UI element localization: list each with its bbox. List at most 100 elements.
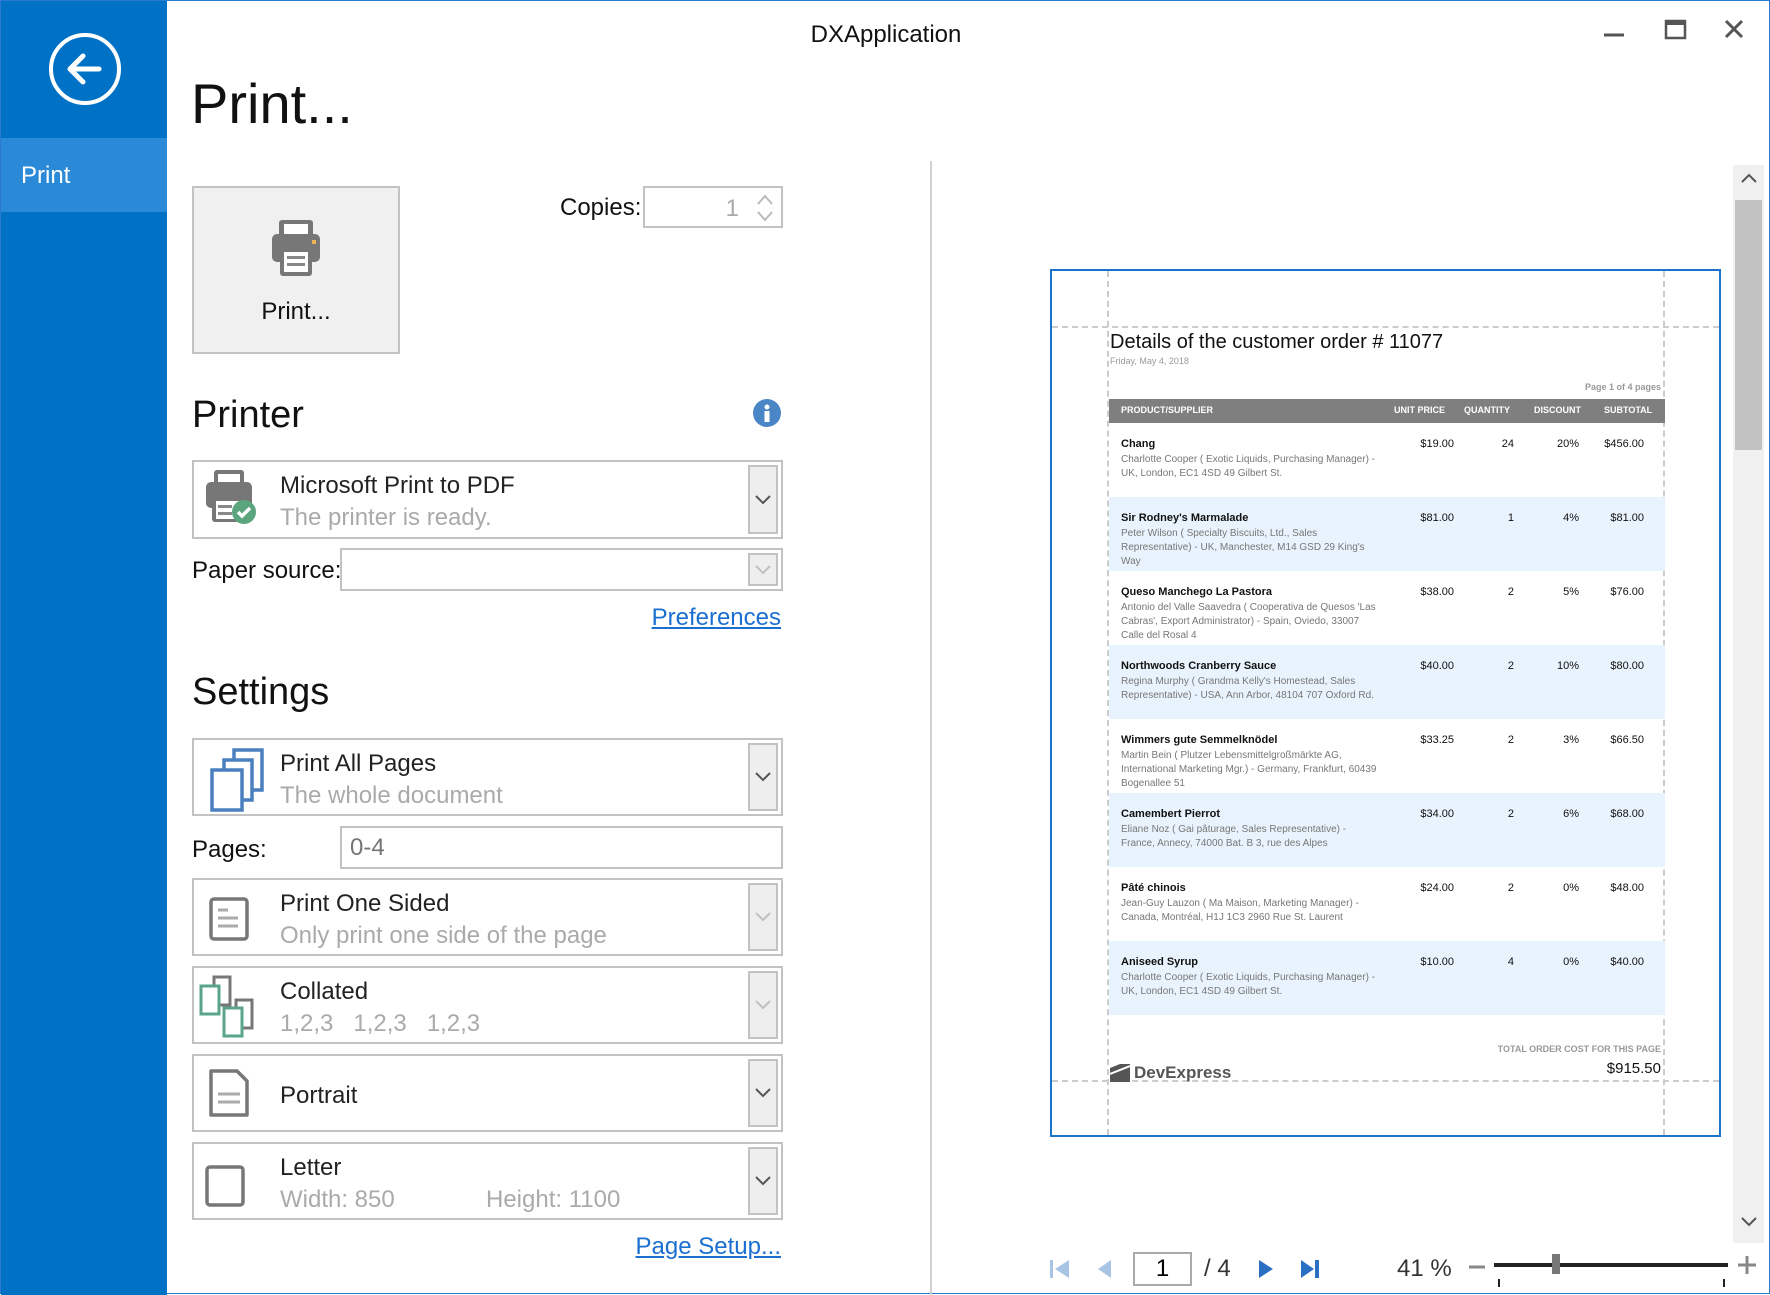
chevron-down-icon[interactable] [748, 1147, 778, 1215]
cell-subtotal: $48.00 [1610, 882, 1644, 894]
previous-page-icon[interactable] [1095, 1257, 1115, 1281]
logo-text: DevExpress [1134, 1063, 1232, 1082]
pages-input[interactable] [340, 826, 783, 869]
table-row: Chang Charlotte Cooper ( Exotic Liquids, … [1109, 423, 1665, 497]
col-subtotal: SUBTOTAL [1604, 405, 1653, 415]
scroll-up-icon[interactable] [1739, 171, 1759, 185]
collation-subtitle: 1,2,3 1,2,3 1,2,3 [280, 1010, 481, 1037]
paper-source-label: Paper source: [192, 557, 342, 584]
sided-title: Print One Sided [280, 890, 450, 917]
supplier-info: Jean-Guy Lauzon ( Ma Maison, Marketing M… [1121, 898, 1359, 923]
one-sided-page-icon [209, 897, 249, 941]
cell-discount: 20% [1556, 438, 1579, 450]
product-name: Sir Rodney's Marmalade [1121, 512, 1249, 524]
table-row: Aniseed Syrup Charlotte Cooper ( Exotic L… [1109, 941, 1665, 1015]
doc-date: Friday, May 4, 2018 [1110, 356, 1189, 366]
info-icon[interactable] [753, 399, 781, 427]
printer-icon [272, 220, 320, 276]
col-quantity: QUANTITY [1464, 405, 1510, 415]
table-row: Sir Rodney's Marmalade Peter Wilson ( Spe… [1109, 497, 1665, 571]
product-name: Northwoods Cranberry Sauce [1121, 660, 1277, 672]
sided-dropdown[interactable]: Print One Sided Only print one side of t… [192, 878, 783, 956]
zoom-slider-thumb[interactable] [1551, 1254, 1560, 1274]
cell-price: $34.00 [1420, 808, 1454, 820]
chevron-down-icon[interactable] [748, 971, 778, 1039]
cell-discount: 0% [1563, 956, 1579, 968]
cell-price: $40.00 [1420, 660, 1454, 672]
sidebar: Print [1, 1, 167, 1295]
print-button-label: Print... [261, 298, 331, 325]
zoom-slider[interactable] [1494, 1263, 1728, 1267]
table-row: Pâté chinois Jean-Guy Lauzon ( Ma Maison,… [1109, 867, 1665, 941]
zoom-in-icon[interactable] [1736, 1254, 1758, 1276]
supplier-info: Charlotte Cooper ( Exotic Liquids, Purch… [1121, 454, 1376, 479]
sided-subtitle: Only print one side of the page [280, 922, 607, 949]
cell-price: $19.00 [1420, 438, 1454, 450]
first-page-icon[interactable] [1048, 1257, 1072, 1281]
spin-up-down-icon[interactable] [755, 191, 775, 225]
paper-source-dropdown[interactable] [340, 548, 783, 591]
chevron-down-icon[interactable] [748, 553, 778, 586]
page-range-dropdown[interactable]: Print All Pages The whole document [192, 738, 783, 816]
devexpress-logo-icon [1110, 1064, 1130, 1082]
table-header: PRODUCT/SUPPLIER UNIT PRICE QUANTITY DIS… [1109, 399, 1665, 423]
col-product: PRODUCT/SUPPLIER [1121, 405, 1214, 415]
next-page-icon[interactable] [1256, 1257, 1276, 1281]
zoom-out-icon[interactable] [1467, 1257, 1487, 1277]
cell-qty: 24 [1501, 438, 1514, 450]
slider-tick [1723, 1279, 1725, 1287]
zoom-level: 41 % [1397, 1255, 1452, 1282]
collation-title: Collated [280, 978, 369, 1005]
preferences-link[interactable]: Preferences [652, 604, 781, 632]
chevron-down-icon[interactable] [748, 1059, 778, 1127]
printer-dropdown[interactable]: Microsoft Print to PDF The printer is re… [192, 460, 783, 539]
print-button[interactable]: Print... [192, 186, 400, 354]
scrollbar-thumb[interactable] [1735, 200, 1762, 450]
chevron-down-icon[interactable] [748, 883, 778, 951]
copies-spinner[interactable]: 1 [643, 186, 783, 228]
table-row: Queso Manchego La Pastora Antonio del Val… [1109, 571, 1665, 645]
cell-price: $10.00 [1420, 956, 1454, 968]
total-value: $915.50 [1606, 1060, 1661, 1077]
cell-discount: 5% [1563, 586, 1579, 598]
settings-heading: Settings [192, 671, 330, 713]
current-page-input[interactable] [1133, 1252, 1192, 1286]
cell-price: $24.00 [1420, 882, 1454, 894]
product-name: Camembert Pierrot [1121, 808, 1221, 820]
cell-subtotal: $68.00 [1610, 808, 1644, 820]
sidebar-item-print[interactable]: Print [1, 138, 167, 212]
cell-price: $38.00 [1420, 586, 1454, 598]
cell-subtotal: $456.00 [1604, 438, 1644, 450]
last-page-icon[interactable] [1298, 1257, 1322, 1281]
scroll-down-icon[interactable] [1739, 1215, 1759, 1229]
close-button[interactable] [1716, 15, 1756, 51]
cell-discount: 6% [1563, 808, 1579, 820]
preview-page: Details of the customer order # 11077 Fr… [1050, 269, 1721, 1137]
total-pages: / 4 [1204, 1255, 1231, 1282]
slider-tick [1498, 1279, 1500, 1287]
copies-value: 1 [725, 195, 739, 222]
minimize-button[interactable] [1596, 15, 1636, 51]
paper-size-icon [205, 1165, 245, 1207]
printer-ready-icon [206, 470, 256, 524]
paper-width: Width: 850 [280, 1186, 395, 1213]
total-label: TOTAL ORDER COST FOR THIS PAGE [1497, 1044, 1661, 1054]
collation-dropdown[interactable]: Collated 1,2,3 1,2,3 1,2,3 [192, 966, 783, 1044]
cell-qty: 2 [1507, 882, 1514, 894]
chevron-down-icon[interactable] [748, 743, 778, 811]
orientation-dropdown[interactable]: Portrait [192, 1054, 783, 1132]
page-setup-link[interactable]: Page Setup... [636, 1233, 781, 1261]
product-name: Pâté chinois [1121, 882, 1186, 894]
portrait-page-icon [209, 1069, 249, 1117]
maximize-button[interactable] [1656, 15, 1696, 51]
vertical-scrollbar[interactable] [1733, 165, 1764, 1243]
chevron-down-icon[interactable] [748, 465, 778, 534]
cell-discount: 4% [1563, 512, 1579, 524]
paper-size-dropdown[interactable]: Letter Width: 850 Height: 1100 [192, 1142, 783, 1220]
supplier-info: Charlotte Cooper ( Exotic Liquids, Purch… [1121, 972, 1376, 997]
collated-icon [199, 975, 254, 1038]
cell-subtotal: $81.00 [1610, 512, 1644, 524]
printer-status: The printer is ready. [280, 504, 492, 531]
supplier-info: Regina Murphy ( Grandma Kelly's Homestea… [1121, 676, 1374, 701]
page-range-title: Print All Pages [280, 750, 437, 777]
